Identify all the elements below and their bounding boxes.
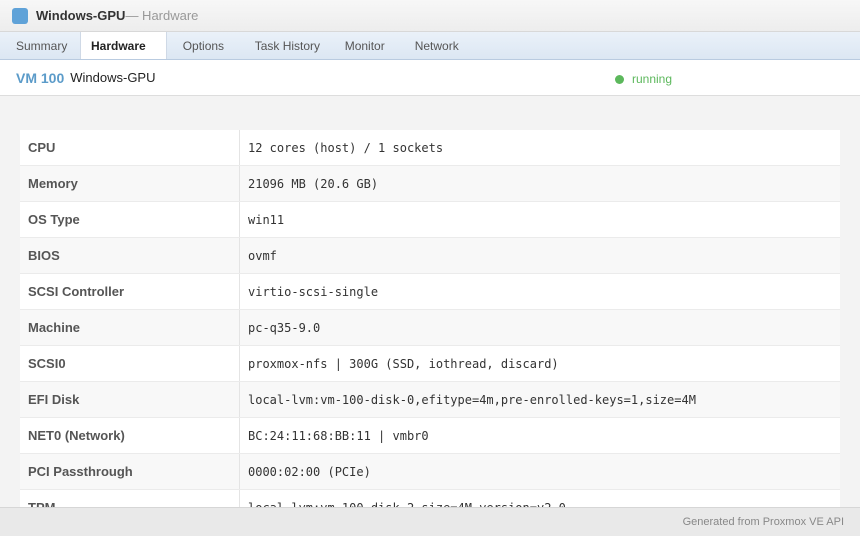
row-key: NET0 (Network)	[20, 418, 240, 453]
table-row[interactable]: PCI Passthrough 0000:02:00 (PCIe)	[20, 454, 840, 490]
row-value: 12 cores (host) / 1 sockets	[248, 140, 444, 155]
row-value: local-lvm:vm-100-disk-2,size=4M,version=…	[240, 490, 840, 508]
row-value: 21096 MB (20.6 GB)	[248, 176, 379, 191]
row-key: BIOS	[20, 238, 240, 273]
row-value: BC:24:11:68:BB:11 | vmbr0	[248, 428, 429, 443]
vm-name: Windows-GPU	[70, 70, 156, 85]
tab-network[interactable]: Network	[399, 32, 469, 59]
row-key: Machine	[20, 310, 240, 345]
table-row[interactable]: Machine pc-q35-9.0	[20, 310, 840, 346]
row-key: SCSI Controller	[20, 274, 240, 309]
status-indicator: running	[615, 72, 672, 86]
footer: Generated from Proxmox VE API	[0, 507, 860, 536]
table-row[interactable]: BIOS ovmf	[20, 238, 840, 274]
app-icon	[12, 7, 28, 24]
row-key: SCSI0	[20, 346, 240, 381]
row-value: ovmf	[248, 248, 277, 263]
table-row[interactable]: TPM local-lvm:vm-100-disk-2,size=4M,vers…	[20, 490, 840, 507]
tab-bar: Summary Hardware Options Task History Mo…	[0, 32, 860, 60]
vm-header: VM 100 Windows-GPU running	[0, 60, 860, 96]
app-window: Windows-GPU — Hardware Summary Hardware …	[0, 0, 860, 536]
row-key: OS Type	[20, 202, 240, 237]
row-value: local-lvm:vm-100-disk-0,efitype=4m,pre-e…	[248, 392, 696, 407]
tab-options[interactable]: Options	[169, 32, 239, 59]
row-key: TPM	[20, 490, 240, 507]
row-key: Memory	[20, 166, 240, 201]
table-row[interactable]: NET0 (Network) BC:24:11:68:BB:11 | vmbr0	[20, 418, 840, 454]
table-row[interactable]: EFI Disk local-lvm:vm-100-disk-0,efitype…	[20, 382, 840, 418]
table-row[interactable]: Memory 21096 MB (20.6 GB)	[20, 166, 840, 202]
table-row[interactable]: CPU 12 cores (host) / 1 sockets	[20, 130, 840, 166]
table-row[interactable]: OS Type win11	[20, 202, 840, 238]
row-key: PCI Passthrough	[20, 454, 240, 489]
tab-monitor[interactable]: Monitor	[329, 32, 399, 59]
status-text: running	[632, 72, 673, 86]
row-key: EFI Disk	[20, 382, 240, 417]
status-dot-icon	[615, 74, 624, 84]
vm-id: VM 100	[16, 69, 65, 86]
row-value: pc-q35-9.0	[248, 320, 321, 335]
tab-task-history[interactable]: Task History	[239, 32, 329, 59]
title-bar: Windows-GPU — Hardware	[0, 0, 860, 32]
tab-hardware[interactable]: Hardware	[80, 32, 167, 59]
window-subtitle: — Hardware	[125, 8, 199, 23]
row-key: CPU	[20, 130, 240, 165]
row-value: virtio-scsi-single	[248, 284, 379, 299]
table-row[interactable]: SCSI Controller virtio-scsi-single	[20, 274, 840, 310]
table-row[interactable]: SCSI0 proxmox-nfs | 300G (SSD, iothread,…	[20, 346, 840, 382]
footer-text: Generated from Proxmox VE API	[682, 516, 844, 528]
row-value: win11	[248, 212, 285, 227]
row-value: 0000:02:00 (PCIe)	[248, 464, 371, 479]
window-title: Windows-GPU	[36, 8, 126, 23]
row-value: proxmox-nfs | 300G (SSD, iothread, disca…	[248, 356, 559, 371]
hardware-table: CPU 12 cores (host) / 1 sockets Memory 2…	[20, 130, 840, 507]
tab-summary[interactable]: Summary	[0, 32, 68, 59]
